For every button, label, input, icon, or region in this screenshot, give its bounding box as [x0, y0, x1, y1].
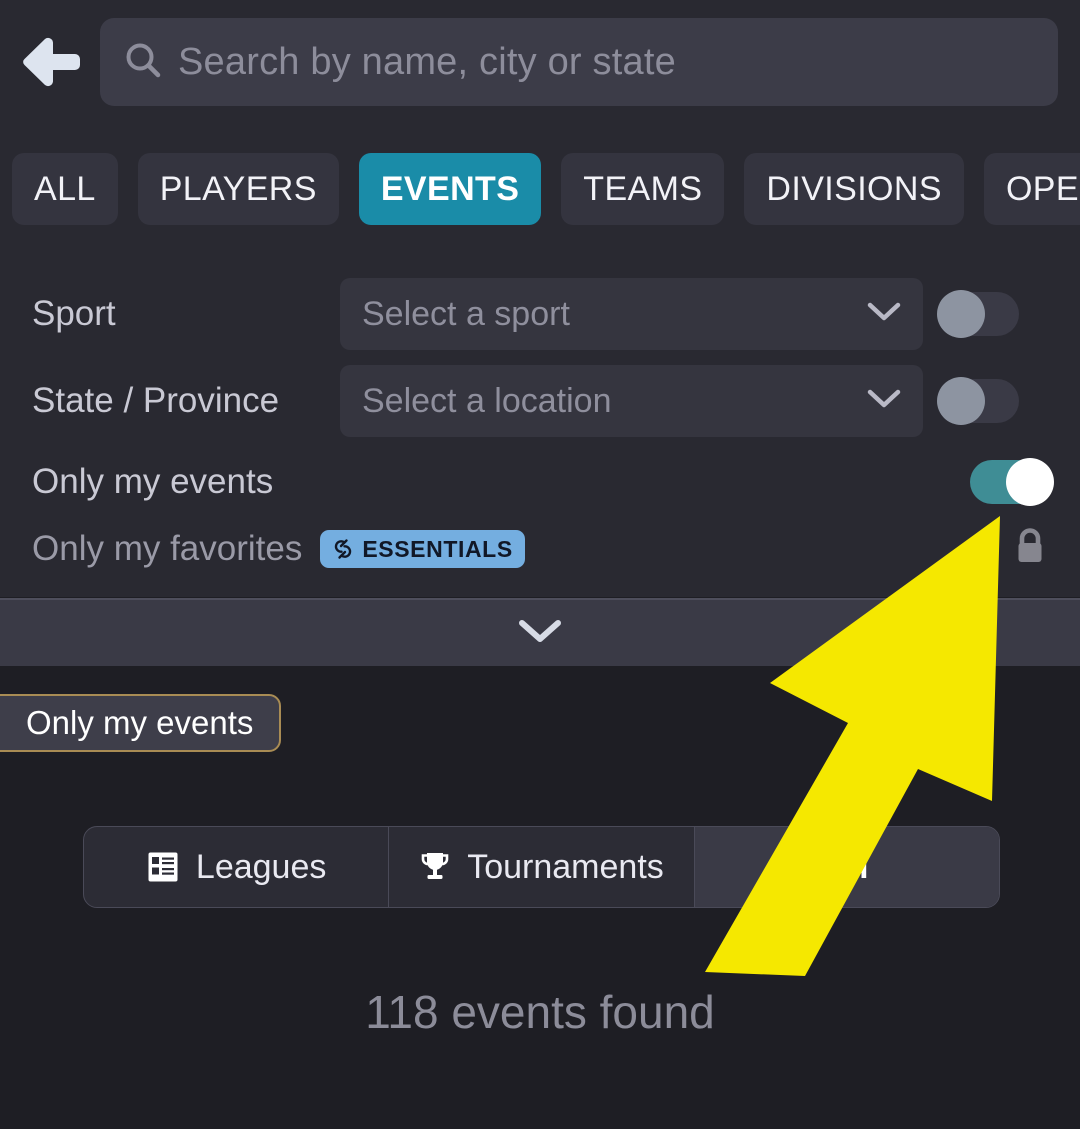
- essentials-badge-label: ESSENTIALS: [362, 535, 513, 562]
- sport-filter-toggle[interactable]: [937, 290, 1019, 338]
- only-my-favorites-label: Only my favorites: [32, 529, 303, 568]
- segment-tournaments[interactable]: Tournaments: [389, 827, 695, 907]
- chevron-down-icon: [867, 301, 901, 328]
- location-select-value: Select a location: [362, 381, 612, 420]
- essentials-logo-icon: [332, 538, 354, 560]
- sport-select[interactable]: Select a sport: [340, 278, 923, 350]
- segment-all[interactable]: All: [694, 827, 999, 907]
- back-button[interactable]: [0, 0, 100, 124]
- event-type-segmented-control: Leagues Tournaments All: [83, 826, 1000, 908]
- toggle-knob: [937, 290, 985, 338]
- location-filter-toggle[interactable]: [937, 377, 1019, 425]
- search-field[interactable]: [100, 18, 1058, 106]
- tab-operators[interactable]: OPERATORS: [983, 153, 1080, 225]
- toggle-knob: [1006, 458, 1054, 506]
- only-my-events-toggle[interactable]: [970, 458, 1054, 506]
- search-input[interactable]: [178, 40, 1034, 84]
- tab-events[interactable]: EVENTS: [358, 153, 542, 225]
- location-select[interactable]: Select a location: [340, 365, 923, 437]
- search-bar: [0, 0, 1080, 124]
- trophy-icon: [419, 850, 451, 884]
- tab-teams[interactable]: TEAMS: [561, 153, 725, 225]
- sport-select-value: Select a sport: [362, 294, 570, 333]
- arrow-left-icon: [19, 36, 81, 88]
- tab-divisions[interactable]: DIVISIONS: [744, 153, 964, 225]
- active-filter-chips: Only my events: [0, 694, 1080, 752]
- search-events-screen: ALL PLAYERS EVENTS TEAMS DIVISIONS OPERA…: [0, 0, 1080, 1129]
- state-province-label: State / Province: [32, 381, 280, 420]
- filter-panel: ALL PLAYERS EVENTS TEAMS DIVISIONS OPERA…: [0, 0, 1080, 597]
- entity-type-tabs: ALL PLAYERS EVENTS TEAMS DIVISIONS OPERA…: [0, 148, 1080, 230]
- filter-row-state-province: State / Province Select a location: [0, 365, 1080, 437]
- toggle-knob: [937, 377, 985, 425]
- results-count: 118 events found: [365, 986, 715, 1038]
- filter-row-only-my-events: Only my events: [0, 455, 1080, 509]
- search-icon: [124, 41, 162, 84]
- tab-players[interactable]: PLAYERS: [137, 153, 339, 225]
- filter-row-sport: Sport Select a sport: [0, 278, 1080, 350]
- lock-icon: [1012, 525, 1048, 574]
- filter-chip-only-my-events[interactable]: Only my events: [0, 694, 282, 752]
- sport-label: Sport: [32, 294, 116, 333]
- filter-row-only-my-favorites: Only my favorites ESSENTIALS: [0, 522, 1080, 576]
- chevron-down-icon: [518, 618, 562, 649]
- segment-tournaments-label: Tournaments: [467, 847, 664, 886]
- only-my-events-label: Only my events: [32, 462, 274, 501]
- segment-leagues-label: Leagues: [195, 847, 327, 886]
- standings-list-icon: [146, 850, 180, 884]
- essentials-badge[interactable]: ESSENTIALS: [320, 530, 525, 568]
- tab-all[interactable]: ALL: [12, 153, 118, 225]
- segment-all-label: All: [825, 847, 869, 886]
- chevron-down-icon: [867, 388, 901, 415]
- expand-filters-button[interactable]: [0, 598, 1080, 666]
- segment-leagues[interactable]: Leagues: [84, 827, 390, 907]
